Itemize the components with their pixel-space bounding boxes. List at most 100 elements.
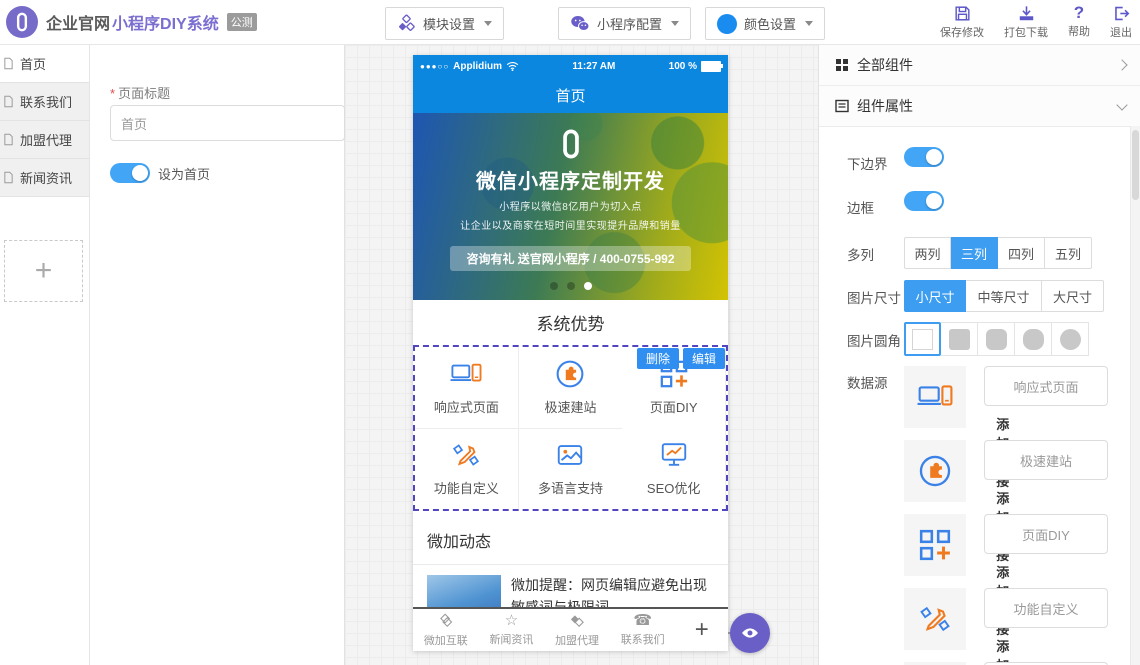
header-menus: 模块设置 小程序配置 颜色设置 [385,7,825,40]
carousel-dot[interactable] [567,282,575,290]
module-settings-menu[interactable]: 模块设置 [385,7,504,40]
seo-icon [659,440,689,470]
pencil-icon [451,440,481,470]
sidebar-item-news[interactable]: 新闻资讯 [0,159,89,197]
page-title-input[interactable] [110,105,345,141]
chevron-down-icon [484,21,492,26]
carousel-dot[interactable] [550,282,558,290]
phone-nav-title: 首页 [555,85,585,106]
app-title-suffix: 小程序DIY系统 [112,10,219,34]
eye-icon [740,623,760,643]
download-label: 打包下载 [1004,24,1048,40]
border-label: 边框 [847,197,874,217]
tab-add-button[interactable]: + [676,609,729,651]
sidebar-item-contact[interactable]: 联系我们 [0,83,89,121]
advantage-item-multilang[interactable]: 多语言支持 [519,429,623,510]
puzzle-icon [904,440,966,502]
all-components-header[interactable]: 全部组件 [819,45,1140,86]
news-section-title: 微加动态 [413,515,728,565]
radius-option-sm[interactable] [941,322,978,356]
scrollbar-thumb[interactable] [1132,130,1139,200]
page-title-label: *页面标题 [110,83,170,102]
advantages-section-title: 系统优势 [413,300,728,345]
miniprogram-config-menu[interactable]: 小程序配置 [558,7,691,40]
img-size-medium[interactable]: 中等尺寸 [966,280,1042,312]
radius-option-square-selected[interactable] [904,322,941,356]
carousel-dot-active[interactable] [584,282,592,290]
image-icon [555,440,585,470]
chevron-down-icon [805,21,813,26]
page-item-label: 联系我们 [20,92,72,111]
add-link-button[interactable]: 添加链接 [984,636,1018,665]
tab-weijia[interactable]: 微加互联 [413,609,479,651]
datasource-title-input[interactable] [984,440,1108,480]
tab-news[interactable]: ☆ 新闻资讯 [479,609,545,651]
props-list-icon [835,99,849,113]
set-home-toggle[interactable] [110,163,150,183]
img-size-label: 图片尺寸 [847,287,901,307]
miniprogram-logo-icon [554,127,588,161]
add-page-button[interactable]: + [4,240,83,302]
img-size-large[interactable]: 大尺寸 [1042,280,1104,312]
columns-label: 多列 [847,244,874,264]
hero-subtitle-2: 让企业以及商家在短时间里实现提升品牌和销量 [413,217,728,232]
chevron-right-icon [1116,59,1127,70]
datasource-title-input[interactable] [984,366,1108,406]
advantage-item-fastbuild[interactable]: 极速建站 [519,347,623,429]
bottom-border-label: 下边界 [847,153,888,173]
advantages-grid-selected[interactable]: 删除 编辑 响应式页面 极速建站 页面DIY 功能自定义 [413,345,728,511]
chevron-down-icon [671,21,679,26]
radius-option-circle[interactable] [1052,322,1089,356]
columns-option-2[interactable]: 两列 [904,237,951,269]
signal-icon: ●●●○○ [420,62,449,71]
hero-cta-button[interactable]: 咨询有礼 送官网小程序 / 400-0755-992 [450,246,690,271]
exit-button[interactable]: 退出 [1110,4,1132,40]
page-icon [2,57,15,70]
sidebar-item-agency[interactable]: 加盟代理 [0,121,89,159]
color-settings-label: 颜色设置 [744,14,796,33]
radius-option-lg[interactable] [1015,322,1052,356]
beta-badge: 公测 [227,13,257,31]
columns-option-5[interactable]: 五列 [1045,237,1092,269]
datasource-title-input[interactable] [984,514,1108,554]
battery-percent: 100 % [669,61,697,72]
bottom-border-toggle[interactable] [904,147,944,167]
tab-contact[interactable]: ☎ 联系我们 [610,609,676,651]
img-size-small-selected[interactable]: 小尺寸 [904,280,966,312]
color-settings-menu[interactable]: 颜色设置 [705,7,825,40]
columns-option-3-selected[interactable]: 三列 [951,237,998,269]
phone-nav-bar: 首页 [413,77,728,113]
wechat-icon [570,14,590,34]
delete-component-button[interactable]: 删除 [637,348,679,369]
component-props-header[interactable]: 组件属性 [819,86,1140,127]
exit-label: 退出 [1110,24,1132,40]
inspector-scrollbar[interactable] [1130,126,1140,665]
help-button[interactable]: ? 帮助 [1068,4,1090,40]
sidebar-item-home[interactable]: 首页 [0,45,89,83]
radius-option-md[interactable] [978,322,1015,356]
app-root: 企业官网 小程序DIY系统 公测 模块设置 小程序配置 颜色设置 [0,0,1140,665]
hero-subtitle-1: 小程序以微信8亿用户为切入点 [413,198,728,213]
phone-status-bar: ●●●○○ Applidium 11:27 AM 100 % [413,55,728,77]
advantage-item-custom[interactable]: 功能自定义 [415,429,519,510]
advantage-item-seo[interactable]: SEO优化 [622,429,726,510]
save-button[interactable]: 保存修改 [940,4,984,40]
page-icon [2,95,15,108]
edit-component-button[interactable]: 编辑 [683,348,725,369]
chevron-down-icon [1116,99,1127,110]
save-icon [953,4,972,23]
required-mark: * [110,86,115,101]
carrier-label: Applidium [453,61,502,72]
border-toggle[interactable] [904,191,944,211]
advantage-item-responsive[interactable]: 响应式页面 [415,347,519,429]
datasource-title-input[interactable] [984,588,1108,628]
tab-agency[interactable]: 加盟代理 [544,609,610,651]
download-button[interactable]: 打包下载 [1004,4,1048,40]
carousel-dots [413,282,728,290]
page-item-label: 加盟代理 [20,130,72,149]
page-item-label: 新闻资讯 [20,168,72,187]
columns-option-4[interactable]: 四列 [998,237,1045,269]
pencil-icon [904,588,966,650]
preview-eye-button[interactable] [730,613,770,653]
hero-banner[interactable]: 微信小程序定制开发 小程序以微信8亿用户为切入点 让企业以及商家在短时间里实现提… [413,113,728,300]
